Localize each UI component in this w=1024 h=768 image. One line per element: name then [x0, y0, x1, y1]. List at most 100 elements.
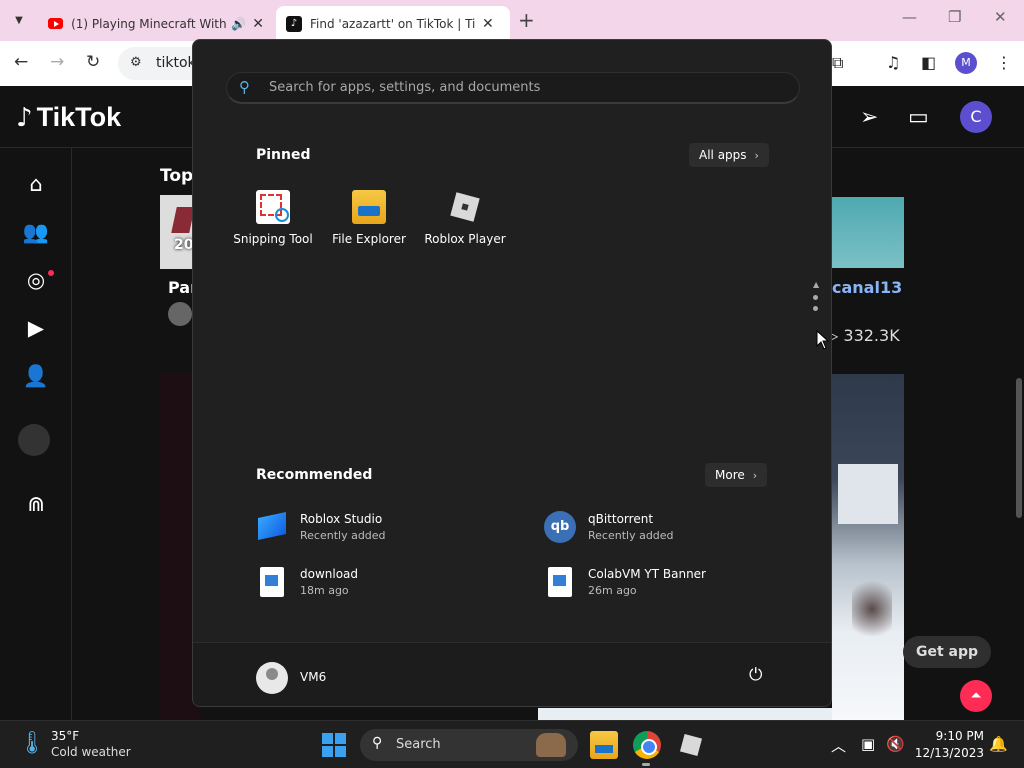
restore-icon[interactable]: ❐ [948, 8, 961, 26]
inbox-icon[interactable]: ▭ [908, 105, 929, 130]
speaker-icon[interactable]: 🔊 [231, 17, 246, 31]
more-icon[interactable]: ⋒ [22, 492, 50, 516]
chrome-icon[interactable] [633, 731, 661, 759]
display-icon[interactable]: ▣ [861, 735, 875, 753]
clock-date[interactable]: 12/13/2023 [914, 746, 984, 760]
recommended-item[interactable]: Roblox Studio Recently added [256, 511, 386, 543]
recommended-detail: 18m ago [300, 584, 349, 597]
snipping-tool-icon [256, 190, 290, 224]
page-up-icon[interactable]: ▲ [813, 280, 819, 289]
tiktok-icon: ♪ [286, 15, 302, 32]
preview-tree [852, 574, 892, 644]
all-apps-label: All apps [699, 148, 747, 162]
recommended-detail: 26m ago [588, 584, 637, 597]
browser-profile-avatar[interactable]: M [955, 52, 977, 74]
clock-time[interactable]: 9:10 PM [932, 729, 984, 743]
taskbar-search-label: Search [396, 737, 441, 752]
reload-icon[interactable]: ↻ [86, 52, 100, 72]
media-icon[interactable]: ♫ [886, 53, 900, 72]
recommended-detail: Recently added [588, 529, 674, 542]
tab-tiktok[interactable]: ♪ Find 'azazartt' on TikTok | TikTok ✕ [276, 6, 510, 41]
pinned-app-file-explorer[interactable]: File Explorer [321, 190, 417, 246]
youtube-icon [48, 18, 64, 29]
scroll-to-top-button[interactable]: ⏶ [960, 680, 992, 712]
video-preview-edge [538, 708, 832, 720]
get-app-button[interactable]: Get app [903, 636, 991, 668]
page-scrollbar[interactable] [1016, 378, 1022, 518]
file-explorer-icon[interactable] [590, 731, 618, 759]
creator-name[interactable]: canal13 [832, 278, 902, 297]
more-button[interactable]: More › [705, 463, 768, 487]
page-dot[interactable] [813, 306, 818, 311]
following-icon[interactable]: 👥 [22, 220, 50, 245]
video-preview[interactable] [832, 374, 904, 720]
image-file-icon [260, 567, 284, 597]
send-icon[interactable]: ➢ [860, 105, 878, 130]
pinned-app-label: File Explorer [332, 232, 406, 246]
pinned-app-label: Snipping Tool [233, 232, 313, 246]
thumbnail-number: 20 [174, 237, 194, 253]
pinned-page-indicator[interactable]: ▲ [813, 280, 819, 311]
pinned-app-roblox-player[interactable]: Roblox Player [417, 190, 513, 246]
start-button[interactable] [322, 733, 346, 757]
start-search-box[interactable]: ⚲ Search for apps, settings, and documen… [226, 72, 800, 104]
tiktok-logo[interactable]: ♪ TikTok [16, 102, 121, 133]
top-section-label: Top [160, 166, 194, 186]
new-tab-button[interactable]: + [518, 8, 535, 32]
minimize-icon[interactable]: — [902, 8, 917, 26]
qbittorrent-icon: qb [544, 511, 576, 543]
tiktok-note-icon: ♪ [16, 102, 33, 133]
search-placeholder: Search for apps, settings, and documents [269, 80, 541, 95]
sidebar-avatar[interactable] [18, 424, 50, 456]
side-panel-icon[interactable]: ◧ [921, 53, 936, 72]
live-icon[interactable]: ▶ [22, 316, 50, 340]
page-dot[interactable] [813, 295, 818, 300]
profile-icon[interactable]: 👤 [22, 364, 50, 389]
creator-avatar[interactable] [168, 302, 192, 326]
taskbar: 🌡 35°F Cold weather ⚲ Search ︿ ▣ 🔇 9:10 … [0, 720, 1024, 768]
recommended-item[interactable]: ColabVM YT Banner 26m ago [544, 567, 706, 597]
close-window-icon[interactable]: ✕ [994, 8, 1007, 26]
chrome-menu-icon[interactable]: ⋮ [996, 53, 1012, 72]
recommended-name: Roblox Studio [300, 512, 383, 526]
recommended-name: qBittorrent [588, 512, 654, 526]
tiktok-avatar[interactable]: C [960, 101, 992, 133]
explore-icon[interactable]: ◎ [22, 268, 50, 292]
browser-tab-strip: ▼ (1) Playing Minecraft With ( 🔊 ✕ ♪ Fin… [0, 0, 1024, 41]
search-highlight-icon [536, 733, 566, 757]
home-icon[interactable]: ⌂ [22, 172, 50, 196]
taskbar-search[interactable]: ⚲ Search [360, 729, 578, 761]
recommended-item[interactable]: qb qBittorrent Recently added [544, 511, 674, 543]
user-avatar-icon[interactable] [256, 662, 288, 694]
weather-temperature[interactable]: 35°F [51, 729, 79, 743]
forward-icon[interactable]: → [50, 52, 64, 72]
recommended-item[interactable]: download 18m ago [256, 567, 358, 597]
file-explorer-icon [352, 190, 386, 224]
notification-dot [48, 270, 54, 276]
speaker-muted-icon[interactable]: 🔇 [886, 735, 905, 753]
video-thumbnail[interactable] [832, 197, 904, 268]
bell-icon[interactable]: 🔔 [989, 735, 1008, 753]
all-apps-button[interactable]: All apps › [689, 143, 769, 167]
preview-house [838, 464, 898, 524]
power-icon[interactable]: ⏻ [749, 665, 762, 685]
more-label: More [715, 468, 745, 482]
close-tab-icon[interactable]: ✕ [482, 16, 494, 32]
tab-youtube[interactable]: (1) Playing Minecraft With ( 🔊 ✕ [38, 6, 274, 41]
pinned-app-label: Roblox Player [424, 232, 506, 246]
thermometer-icon[interactable]: 🌡 [18, 731, 46, 756]
tab-search-button[interactable]: ▼ [6, 8, 32, 32]
close-tab-icon[interactable]: ✕ [252, 16, 264, 32]
search-icon: ⚲ [239, 78, 250, 96]
start-footer: VM6 ⏻ [193, 642, 831, 706]
extensions-icon[interactable]: ⧉ [832, 53, 843, 73]
roblox-studio-icon [256, 511, 288, 543]
weather-description[interactable]: Cold weather [51, 745, 131, 759]
chevron-up-icon[interactable]: ︿ [831, 735, 846, 756]
tab-title: Find 'azazartt' on TikTok | TikTok [310, 16, 476, 31]
user-name[interactable]: VM6 [300, 670, 326, 684]
roblox-icon[interactable] [677, 731, 705, 759]
site-info-icon[interactable]: ⚙ [130, 55, 142, 70]
back-icon[interactable]: ← [14, 52, 28, 72]
pinned-app-snipping-tool[interactable]: Snipping Tool [225, 190, 321, 246]
